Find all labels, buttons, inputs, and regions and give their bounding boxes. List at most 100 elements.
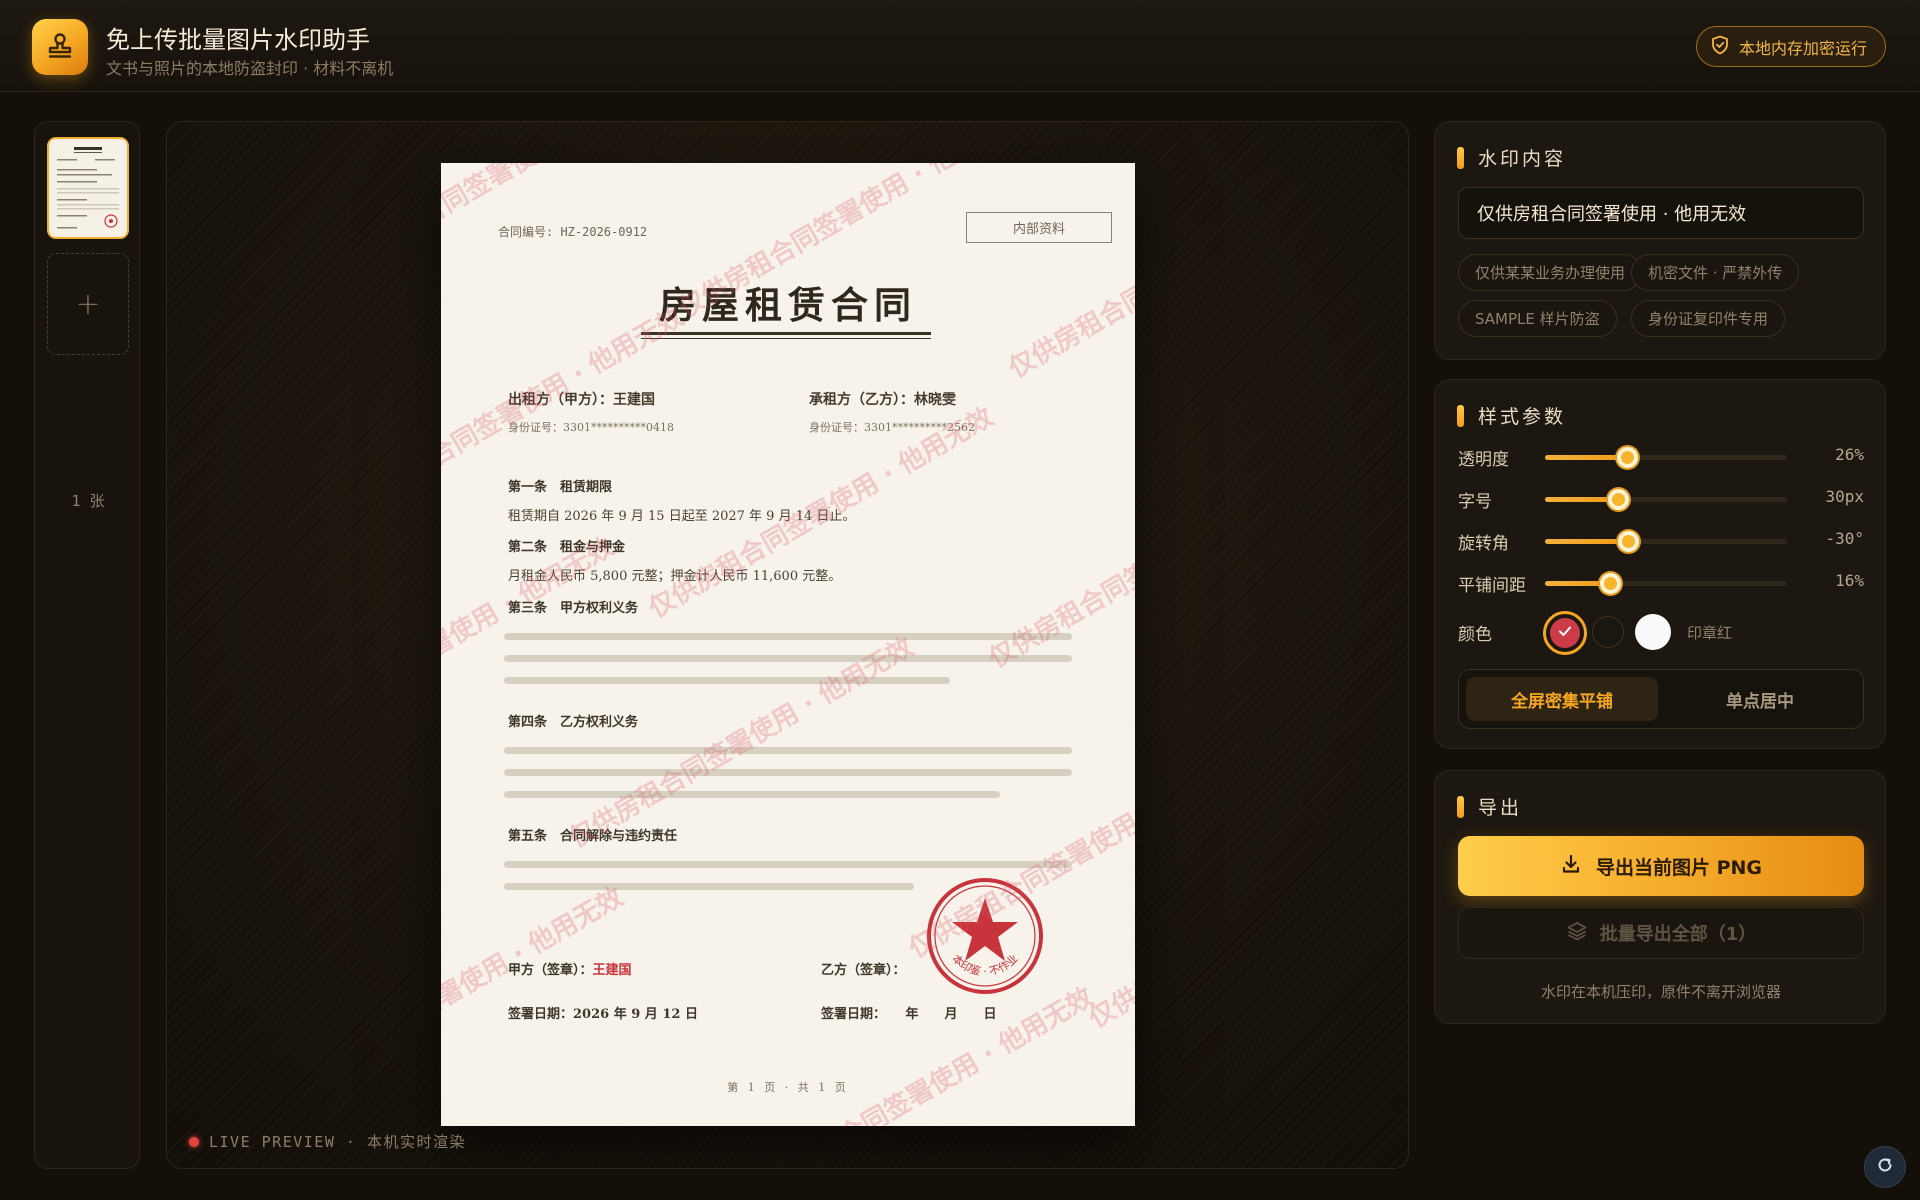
party-a-sign-date: 签署日期：2026 年 9 月 12 日 xyxy=(508,1007,698,1022)
export-button-label: 导出当前图片 PNG xyxy=(1595,856,1763,879)
slider-fill xyxy=(1545,455,1628,460)
download-icon xyxy=(1560,853,1582,880)
text-placeholder-bar xyxy=(504,769,1072,776)
live-indicator-dot xyxy=(189,1136,199,1147)
slider-handle[interactable] xyxy=(1607,489,1629,510)
title-underline-thin xyxy=(641,338,931,339)
watermark-text: 仅供房租合同签署使用 · 他用无效 xyxy=(1084,812,1135,1035)
document-preview: 合同编号: HZ-2026-0912 内部资料 房屋租赁合同 出租方（甲方）：王… xyxy=(441,163,1135,1126)
batch-button-label: 批量导出全部（1） xyxy=(1599,924,1757,945)
text-placeholder-bar xyxy=(504,747,1072,754)
page-thumbnail[interactable] xyxy=(47,137,129,239)
lessee-id: 身份证号：3301**********2562 xyxy=(809,421,975,434)
opacity-slider[interactable] xyxy=(1545,447,1787,468)
color-swatch-red-fill xyxy=(1550,618,1580,648)
preset-chip[interactable]: 仅供某某业务办理使用 xyxy=(1458,254,1643,291)
thumbnail-rail: + 1 张 xyxy=(34,121,140,1169)
party-b-sign-label: 乙方（签章）： xyxy=(821,963,906,978)
font-size-slider[interactable] xyxy=(1545,489,1787,510)
page-number: 第 1 页 · 共 1 页 xyxy=(727,1081,849,1094)
image-count: 1 张 xyxy=(71,492,105,510)
export-png-button[interactable]: 导出当前图片 PNG xyxy=(1458,836,1864,896)
article-2-title: 第二条 租金与押金 xyxy=(508,540,626,555)
spacing-label: 平铺间距 xyxy=(1458,576,1526,596)
opacity-slider-row: 透明度 26% xyxy=(1458,443,1864,471)
document-title: 房屋租赁合同 xyxy=(659,283,917,327)
rotation-label: 旋转角 xyxy=(1458,534,1509,554)
preset-chip[interactable]: 身份证复印件专用 xyxy=(1631,300,1786,337)
contract-number: 合同编号: HZ-2026-0912 xyxy=(498,225,648,239)
check-icon xyxy=(1557,623,1573,643)
color-swatch-red[interactable] xyxy=(1543,611,1587,655)
slider-fill xyxy=(1545,539,1629,544)
live-preview-text: LIVE PREVIEW · 本机实时渲染 xyxy=(209,1133,466,1151)
article-4-title: 第四条 乙方权利义务 xyxy=(508,715,639,730)
watermark-text: 仅供房租合同签署使用 · 他用无效 xyxy=(744,982,1099,1126)
mode-tile-button[interactable]: 全屏密集平铺 xyxy=(1466,677,1658,721)
article-5-title: 第五条 合同解除与违约责任 xyxy=(508,829,678,844)
export-panel-title: 导出 xyxy=(1478,797,1523,819)
panel-title: 水印内容 xyxy=(1457,144,1566,171)
internal-tag: 内部资料 xyxy=(966,212,1112,243)
color-swatch-dark[interactable] xyxy=(1592,616,1624,648)
live-preview-label: LIVE PREVIEW · 本机实时渲染 xyxy=(189,1131,466,1152)
lessee-line: 承租方（乙方）：林晓雯 xyxy=(809,392,956,408)
accent-bar xyxy=(1457,146,1464,169)
spacing-slider-row: 平铺间距 16% xyxy=(1458,569,1864,597)
app-header: 免上传批量图片水印助手 文书与照片的本地防盗封印 · 材料不离机 本地内存加密运… xyxy=(0,0,1920,92)
slider-handle[interactable] xyxy=(1618,531,1640,552)
lessor-id: 身份证号：3301**********0418 xyxy=(508,421,674,434)
add-image-button[interactable]: + xyxy=(47,253,129,355)
watermark-text: 仅供房租合同签署使用 · 他用无效 xyxy=(441,882,629,1105)
watermark-text: 仅供房租合同签署使用 · 他用无效 xyxy=(984,452,1135,675)
text-placeholder-bar xyxy=(504,633,1072,640)
panel-title: 导出 xyxy=(1457,793,1522,820)
color-label: 颜色 xyxy=(1458,625,1492,645)
shield-icon xyxy=(1711,35,1729,59)
secure-status-badge: 本地内存加密运行 xyxy=(1695,26,1886,67)
layers-icon xyxy=(1566,920,1588,947)
secure-badge-label: 本地内存加密运行 xyxy=(1738,38,1867,58)
red-seal-stamp: 本印鉴 · 不作业 xyxy=(927,878,1043,994)
slider-fill xyxy=(1545,497,1618,502)
article-1-title: 第一条 租赁期限 xyxy=(508,480,613,495)
stamp-logo-icon xyxy=(32,19,88,75)
style-panel-title: 样式参数 xyxy=(1478,406,1567,428)
party-a-signature: 王建国 xyxy=(592,963,632,978)
preview-canvas: 合同编号: HZ-2026-0912 内部资料 房屋租赁合同 出租方（甲方）：王… xyxy=(166,121,1409,1169)
text-placeholder-bar xyxy=(504,791,1000,798)
accent-bar xyxy=(1457,404,1464,427)
app-subtitle: 文书与照片的本地防盗封印 · 材料不离机 xyxy=(106,59,394,78)
slider-handle[interactable] xyxy=(1617,447,1639,468)
rotation-slider-row: 旋转角 -30° xyxy=(1458,527,1864,555)
color-swatch-white[interactable] xyxy=(1635,614,1671,650)
watermark-content-panel: 水印内容 仅供某某业务办理使用 机密文件 · 严禁外传 SAMPLE 样片防盗 … xyxy=(1434,121,1886,360)
preset-chip[interactable]: SAMPLE 样片防盗 xyxy=(1458,300,1617,337)
accent-bar xyxy=(1457,795,1464,818)
content-panel-title: 水印内容 xyxy=(1478,148,1567,170)
title-underline xyxy=(641,332,931,335)
article-2-text: 月租金人民币 5,800 元整；押金计人民币 11,600 元整。 xyxy=(508,569,842,584)
text-placeholder-bar xyxy=(504,677,950,684)
font-size-slider-row: 字号 30px xyxy=(1458,485,1864,513)
text-placeholder-bar xyxy=(504,655,1072,662)
refresh-button[interactable] xyxy=(1864,1146,1906,1188)
panel-title: 样式参数 xyxy=(1457,402,1566,429)
font-size-value: 30px xyxy=(1825,487,1864,506)
party-a-sign-label: 甲方（签章）： xyxy=(508,963,593,978)
selected-color-name: 印章红 xyxy=(1687,624,1733,642)
preset-chip[interactable]: 机密文件 · 严禁外传 xyxy=(1631,254,1800,291)
party-b-sign-date: 签署日期： 年 月 日 xyxy=(821,1007,997,1022)
party-a-sign: 甲方（签章）：王建国 xyxy=(508,959,632,978)
spacing-value: 16% xyxy=(1835,571,1864,590)
export-note: 水印在本机压印，原件不离开浏览器 xyxy=(1540,983,1781,1001)
lessor-line: 出租方（甲方）：王建国 xyxy=(508,392,655,408)
batch-export-button[interactable]: 批量导出全部（1） xyxy=(1458,907,1864,959)
plus-icon: + xyxy=(75,286,101,322)
spacing-slider[interactable] xyxy=(1545,573,1787,594)
app-title: 免上传批量图片水印助手 xyxy=(106,26,370,54)
mode-center-button[interactable]: 单点居中 xyxy=(1664,677,1856,721)
rotation-slider[interactable] xyxy=(1545,531,1787,552)
slider-handle[interactable] xyxy=(1600,573,1622,594)
watermark-text-input[interactable] xyxy=(1458,187,1864,239)
